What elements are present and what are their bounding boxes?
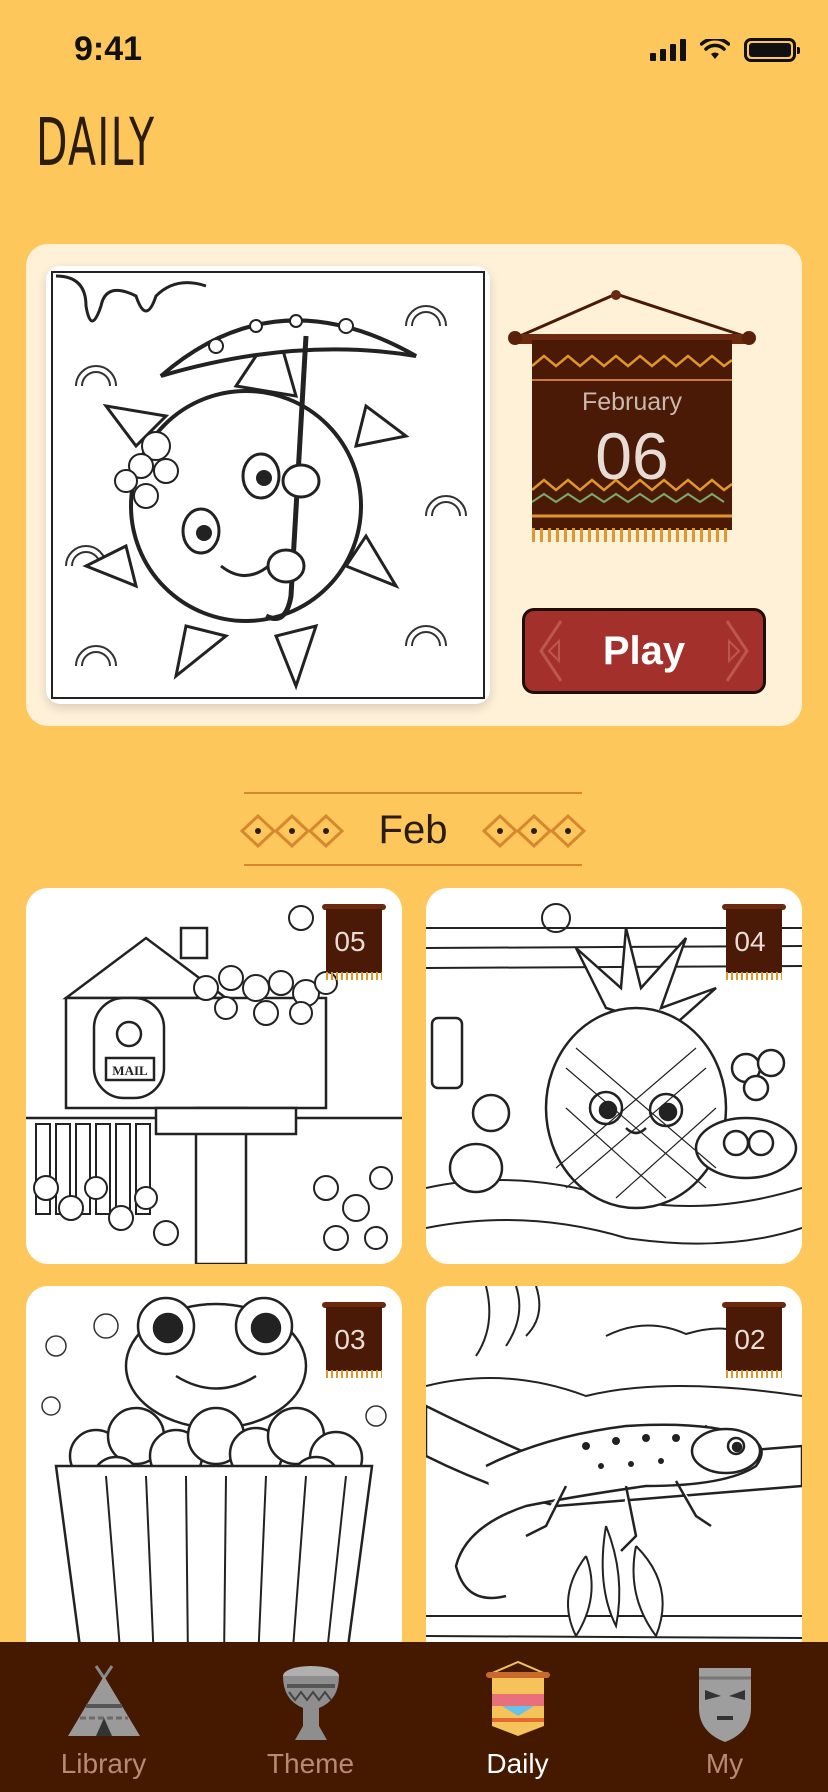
date-banner: February 06 bbox=[508, 290, 756, 550]
mailbox-sign: MAIL bbox=[112, 1063, 148, 1078]
divider bbox=[244, 864, 582, 866]
tab-theme[interactable]: Theme bbox=[207, 1642, 414, 1792]
play-button[interactable]: Play bbox=[522, 608, 766, 694]
tab-library[interactable]: Library bbox=[0, 1642, 207, 1792]
daily-tile[interactable]: 02 bbox=[426, 1286, 802, 1662]
month-section-header: Feb bbox=[240, 792, 586, 866]
tile-date: 05 bbox=[334, 926, 366, 957]
status-bar: 9:41 bbox=[0, 0, 828, 100]
wifi-icon bbox=[700, 39, 730, 59]
banner-day: 06 bbox=[595, 419, 669, 493]
tab-bar: Library Theme Daily My bbox=[0, 1642, 828, 1792]
drum-icon bbox=[282, 1666, 339, 1740]
tab-label: Daily bbox=[486, 1748, 549, 1779]
tab-label: Theme bbox=[266, 1748, 355, 1779]
daily-tile[interactable]: 03 bbox=[26, 1286, 402, 1662]
battery-icon bbox=[744, 38, 800, 62]
banner-month: February bbox=[581, 388, 683, 416]
mask-icon bbox=[698, 1668, 751, 1742]
banner-icon bbox=[485, 1660, 550, 1736]
date-badge: 03 bbox=[322, 1302, 386, 1380]
tile-date: 02 bbox=[734, 1324, 766, 1355]
divider bbox=[244, 792, 582, 794]
play-label: Play bbox=[602, 629, 686, 673]
play-button-right-pattern bbox=[725, 620, 749, 682]
signal-icon bbox=[650, 39, 686, 61]
date-badge: 05 bbox=[322, 904, 386, 982]
page-title: DAILY bbox=[36, 104, 156, 181]
tab-label: Library bbox=[60, 1748, 147, 1779]
tab-daily[interactable]: Daily bbox=[414, 1642, 621, 1792]
banner-fringe bbox=[532, 528, 732, 542]
banner-string bbox=[519, 290, 745, 338]
play-button-left-pattern bbox=[539, 620, 563, 682]
date-badge: 04 bbox=[722, 904, 786, 982]
featured-coloring-image[interactable] bbox=[46, 266, 490, 704]
tile-date: 04 bbox=[734, 926, 766, 957]
status-time: 9:41 bbox=[74, 30, 143, 68]
diamond-ornament-icon bbox=[482, 814, 586, 848]
tent-icon bbox=[67, 1665, 140, 1736]
tab-label: My bbox=[705, 1748, 744, 1779]
status-icons bbox=[650, 38, 800, 62]
daily-tile[interactable]: 04 bbox=[426, 888, 802, 1264]
date-badge: 02 bbox=[722, 1302, 786, 1380]
tab-my[interactable]: My bbox=[621, 1642, 828, 1792]
daily-tile[interactable]: MAIL 05 bbox=[26, 888, 402, 1264]
banner-cloth: February 06 bbox=[532, 340, 732, 530]
tile-date: 03 bbox=[334, 1324, 366, 1355]
